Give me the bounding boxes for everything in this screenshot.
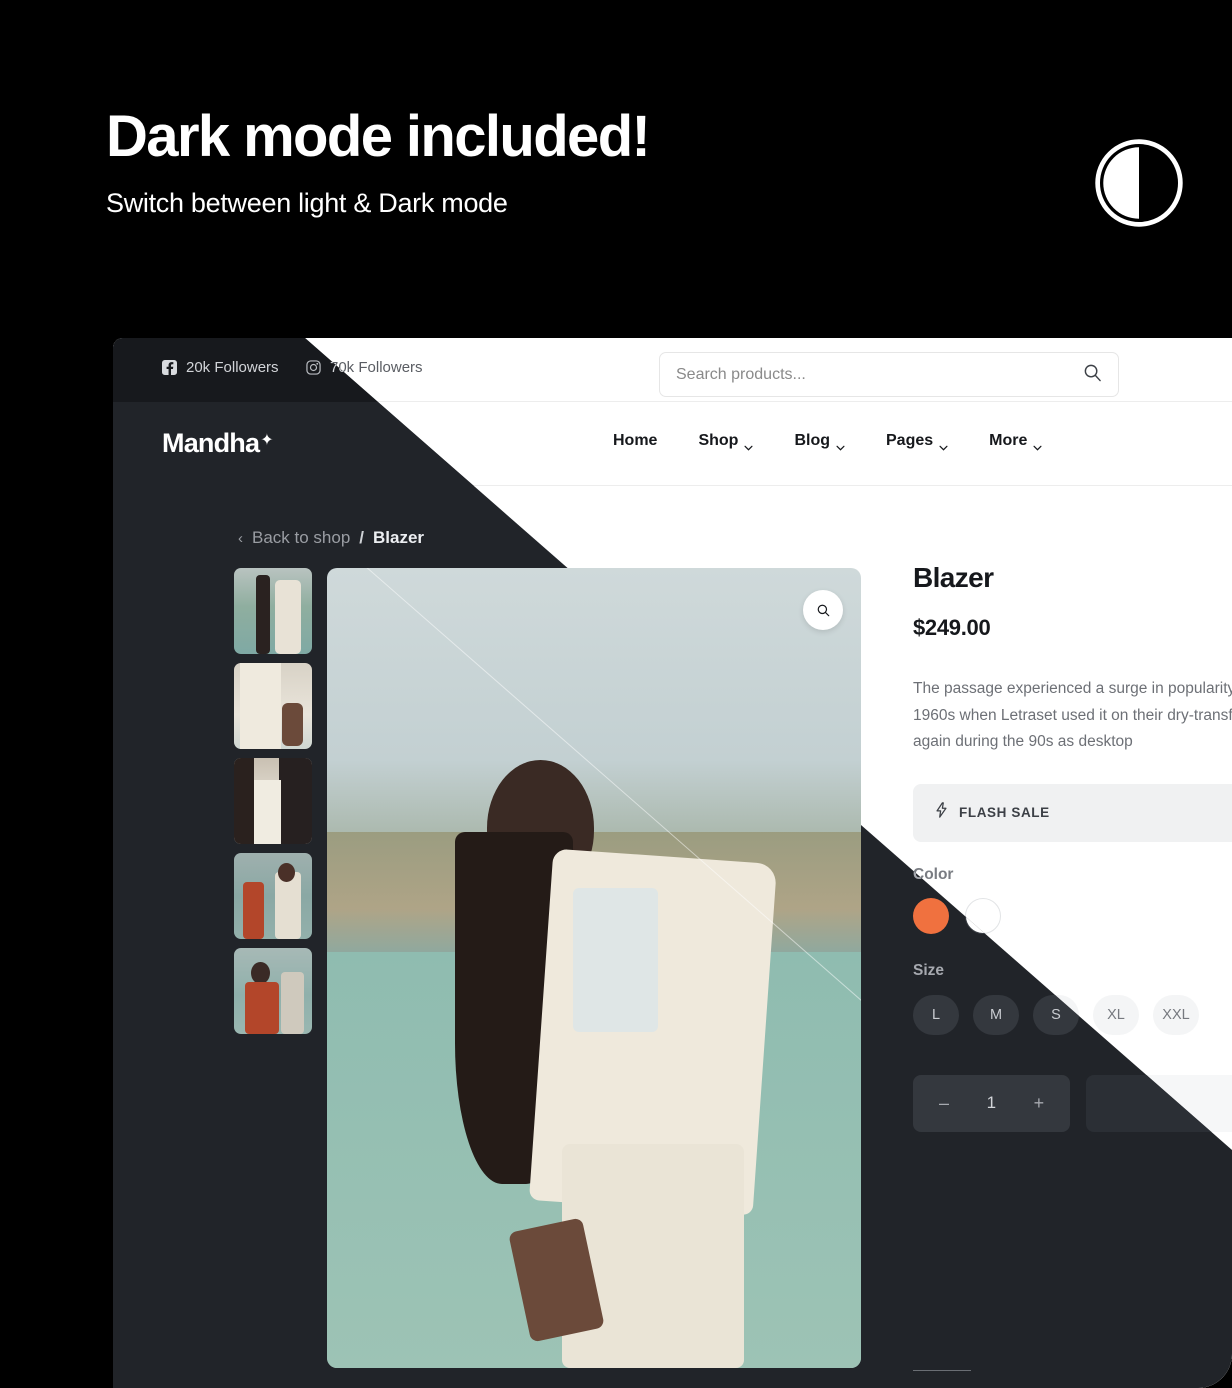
flash-sale-label: FLASH SALE [959, 805, 1050, 821]
breadcrumb-arrow-icon: ‹ [238, 529, 243, 547]
facebook-icon [162, 360, 177, 375]
instagram-icon [306, 360, 321, 375]
promo-title: Dark mode included! [106, 104, 651, 169]
thumbnail-item[interactable] [234, 758, 312, 844]
facebook-followers[interactable]: 20k Followers [162, 359, 279, 376]
bolt-icon [935, 802, 948, 823]
breadcrumb-separator: / [359, 528, 365, 547]
brand-logo-dark[interactable]: Mandha ✦ [162, 428, 274, 459]
promo-subtitle: Switch between light & Dark mode [106, 188, 508, 218]
thumbnail-list [234, 568, 312, 1034]
nav-item-shop[interactable]: Shop [698, 432, 753, 451]
promo-banner-root: Dark mode included! Switch between light… [0, 0, 1232, 1388]
meta-divider [913, 1370, 971, 1371]
breadcrumb-dark: ‹ Back to shop / Blazer [238, 528, 424, 548]
product-meta: SKU: N/A CATEGORIES: BLAZERS, WOMEN TAGS… [913, 1370, 1232, 1388]
facebook-followers-label: 20k Followers [186, 359, 279, 376]
thumbnail-item[interactable] [234, 568, 312, 654]
zoom-image-button[interactable] [803, 590, 843, 630]
chevron-down-icon [836, 438, 845, 451]
product-description: The passage experienced a surge in popul… [913, 680, 1232, 751]
nav-label: Home [613, 432, 658, 449]
thumbnail-item[interactable] [234, 853, 312, 939]
contrast-half-circle-icon [1092, 136, 1186, 230]
nav-item-pages[interactable]: Pages [886, 432, 948, 451]
quantity-decrease-button[interactable]: – [939, 1093, 949, 1114]
nav-item-more[interactable]: More [989, 432, 1042, 451]
search-box[interactable] [659, 352, 1119, 397]
chevron-down-icon [1033, 438, 1042, 451]
quantity-increase-button[interactable]: + [1034, 1093, 1045, 1114]
size-option-l[interactable]: L [913, 994, 959, 1035]
quantity-value[interactable]: 1 [987, 1093, 996, 1113]
product-price: $249.00 [913, 615, 991, 640]
breadcrumb-current: Blazer [373, 528, 425, 547]
size-option-m[interactable]: M [973, 994, 1019, 1035]
size-option-xxl[interactable]: XXL [1153, 994, 1199, 1035]
thumbnail-item[interactable] [234, 948, 312, 1034]
chevron-down-icon [939, 438, 948, 451]
nav-label: More [989, 432, 1028, 449]
color-label: Color [913, 865, 954, 883]
search-icon[interactable] [1083, 363, 1102, 387]
nav-label: Shop [698, 432, 739, 449]
size-option-xl[interactable]: XL [1093, 994, 1139, 1035]
product-main-image[interactable] [327, 568, 861, 1368]
nav-item-blog[interactable]: Blog [794, 432, 845, 451]
nav-label: Blog [794, 432, 830, 449]
color-swatch-orange[interactable] [913, 897, 949, 934]
promo-header: Dark mode included! Switch between light… [106, 108, 1186, 219]
quantity-stepper: – 1 + [913, 1074, 1071, 1132]
nav-label: Pages [886, 432, 934, 449]
search-input[interactable] [676, 365, 1083, 384]
main-nav: Home Shop Blog Pages More [613, 432, 1042, 451]
flash-sale-banner: FLASH SALE [913, 783, 1232, 842]
chevron-down-icon [744, 438, 753, 451]
thumbnail-item[interactable] [234, 663, 312, 749]
breadcrumb-back-link[interactable]: Back to shop [252, 528, 350, 548]
brand-name: Mandha [162, 428, 260, 458]
brand-star-icon: ✦ [260, 432, 274, 449]
nav-item-home[interactable]: Home [613, 432, 657, 450]
product-title: Blazer [913, 562, 994, 593]
shop-mockup: 20k Followers 70k Followers Ma [113, 338, 1232, 1388]
